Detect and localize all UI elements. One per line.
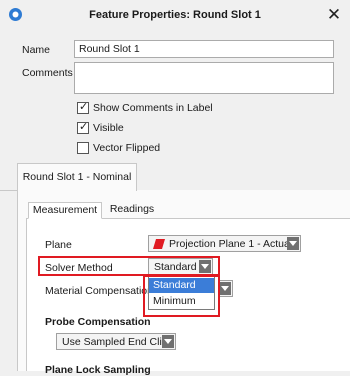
chevron-down-icon[interactable] — [287, 237, 299, 250]
name-field[interactable] — [74, 40, 334, 58]
visible-checkbox[interactable]: ✓ — [77, 121, 89, 134]
check-icon: ✓ — [79, 101, 89, 113]
comments-field[interactable] — [74, 62, 334, 94]
comments-label: Comments — [22, 67, 73, 79]
highlight-box — [143, 275, 220, 317]
tab-strip-line — [0, 190, 17, 191]
window-title: Feature Properties: Round Slot 1 — [89, 9, 261, 21]
plane-select[interactable]: Projection Plane 1 - Actual — [148, 235, 301, 252]
plane-value: Projection Plane 1 - Actual — [169, 238, 293, 250]
probe-compensation-select[interactable]: Use Sampled End Click — [56, 333, 176, 350]
material-compensation-select[interactable] — [219, 280, 233, 297]
visible-label: Visible — [93, 122, 124, 134]
show-comments-checkbox[interactable]: ✓ — [77, 101, 89, 114]
check-icon: ✓ — [79, 121, 89, 133]
tab-nominal[interactable]: Round Slot 1 - Nominal — [17, 163, 137, 191]
plane-lock-sampling-heading: Plane Lock Sampling — [45, 364, 151, 376]
show-comments-label: Show Comments in Label — [93, 102, 213, 114]
material-compensation-label: Material Compensation — [45, 285, 153, 297]
tab-measurement[interactable]: Measurement — [28, 202, 102, 219]
plane-icon — [153, 239, 165, 249]
probe-compensation-value: Use Sampled End Click — [62, 336, 173, 348]
vector-flipped-label: Vector Flipped — [93, 142, 161, 154]
chevron-down-icon[interactable] — [162, 335, 174, 348]
chevron-down-icon[interactable] — [219, 282, 231, 295]
vector-flipped-checkbox[interactable] — [77, 142, 89, 154]
probe-compensation-heading: Probe Compensation — [45, 316, 151, 328]
highlight-box — [38, 256, 220, 276]
close-button[interactable]: ✕ — [324, 5, 344, 25]
title-bar: Feature Properties: Round Slot 1 ✕ — [0, 0, 350, 30]
name-label: Name — [22, 44, 51, 56]
plane-label: Plane — [45, 239, 72, 251]
tab-readings[interactable]: Readings — [104, 202, 160, 219]
